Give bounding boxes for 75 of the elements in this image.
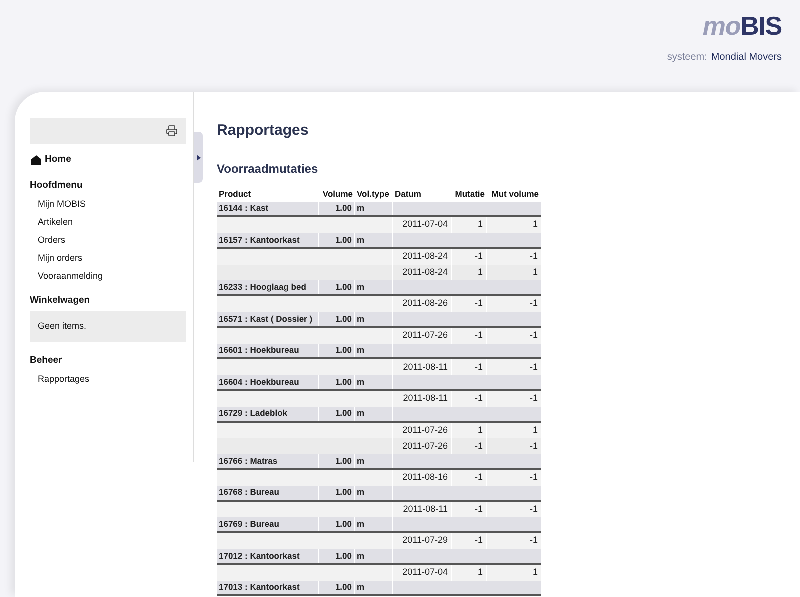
volume-cell: 1.00 [319, 344, 355, 358]
product-cell: 16766 : Matras [217, 454, 319, 468]
sidebar-item[interactable]: Rapportages [38, 373, 186, 386]
product-cell: 16601 : Hoekbureau [217, 344, 319, 358]
sidebar-item[interactable]: Orders [38, 234, 186, 246]
volume-cell: 1.00 [319, 454, 355, 468]
vol-type-cell: m [355, 202, 393, 216]
volume-cell: 1.00 [319, 233, 355, 247]
vol-type-cell: m [355, 233, 393, 247]
product-cell: 16571 : Kast ( Dossier ) [217, 312, 319, 326]
mut-volume-cell-text: 1 [532, 424, 539, 437]
vol-type-cell: m [355, 454, 393, 468]
vol-type-cell: m [355, 312, 393, 326]
vol-type-cell: m [355, 280, 393, 294]
product-cell: 16233 : Hooglaag bed [217, 280, 319, 294]
mut-volume-cell-text: -1 [528, 471, 539, 484]
volume-cell: 1.00 [319, 202, 355, 216]
mut-volume-cell-text: -1 [528, 502, 539, 516]
volume-cell: 1.00 [319, 549, 355, 563]
print-icon[interactable] [166, 125, 178, 137]
sidebar-section-title: Beheer [30, 355, 64, 368]
sidebar-item[interactable]: Mijn MOBIS [38, 198, 186, 210]
system-label: systeem: [667, 51, 708, 65]
cart-empty-text: Geen items. [38, 320, 87, 333]
logo: moBIS [702, 12, 782, 40]
mut-volume-cell-text: -1 [528, 329, 539, 342]
vol-type-cell: m [355, 549, 393, 563]
mut-volume-cell-text: 1 [532, 566, 539, 579]
product-cell: 16769 : Bureau [217, 517, 319, 532]
collapse-tab[interactable] [194, 132, 203, 183]
product-cell: 16144 : Kast [217, 202, 319, 216]
product-cell: 16729 : Ladeblok [217, 406, 319, 421]
mut-volume-cell-text: -1 [528, 392, 539, 406]
vol-type-cell: m [355, 580, 393, 594]
mut-volume-cell-text: -1 [528, 297, 539, 310]
sidebar-item[interactable]: Mijn orders [38, 252, 186, 264]
sidebar-section-title: Winkelwagen [30, 295, 92, 308]
home-icon [31, 154, 42, 166]
volume-cell: 1.00 [319, 280, 355, 294]
home-link[interactable]: Home [45, 153, 72, 168]
sidebar-item[interactable]: Artikelen [38, 216, 186, 228]
vol-type-cell: m [355, 375, 393, 390]
vol-type-cell: m [355, 486, 393, 500]
mut-volume-cell-text: -1 [528, 360, 539, 374]
mut-volume-cell-text: 1 [532, 266, 539, 279]
column-header: Mut volume [490, 188, 540, 201]
volume-cell: 1.00 [319, 312, 355, 326]
column-header: Mutatie [454, 188, 486, 201]
product-cell: 17013 : Kantoorkast [217, 580, 319, 594]
product-cell: 16768 : Bureau [217, 486, 319, 500]
volume-cell: 1.00 [319, 375, 355, 390]
column-header: Product [218, 188, 252, 201]
page-title: Rapportages [217, 121, 310, 141]
system-name: Mondial Movers [711, 51, 782, 65]
volume-cell: 1.00 [319, 517, 355, 532]
report-title: Voorraadmutaties [217, 160, 320, 178]
mut-volume-cell-text: -1 [528, 250, 539, 264]
volume-cell: 1.00 [319, 406, 355, 421]
mut-volume-cell-text: -1 [528, 534, 539, 548]
vol-type-cell: m [355, 517, 393, 532]
vol-type-cell: m [355, 406, 393, 421]
column-header: Vol.type [356, 188, 390, 201]
product-cell: 16604 : Hoekbureau [217, 375, 319, 390]
vol-type-cell: m [355, 344, 393, 358]
mut-volume-cell-text: 1 [532, 218, 539, 232]
volume-cell: 1.00 [319, 486, 355, 500]
sidebar-section-title: Hoofdmenu [30, 180, 84, 192]
column-header: Datum [394, 188, 422, 201]
product-cell: 16157 : Kantoorkast [217, 233, 319, 247]
sidebar-item[interactable]: Vooraanmelding [38, 270, 186, 282]
expand-arrow-icon [196, 154, 200, 160]
volume-cell: 1.00 [319, 580, 355, 594]
product-cell: 17012 : Kantoorkast [217, 549, 319, 563]
mut-volume-cell-text: -1 [528, 440, 539, 453]
column-header: Volume [322, 188, 354, 201]
